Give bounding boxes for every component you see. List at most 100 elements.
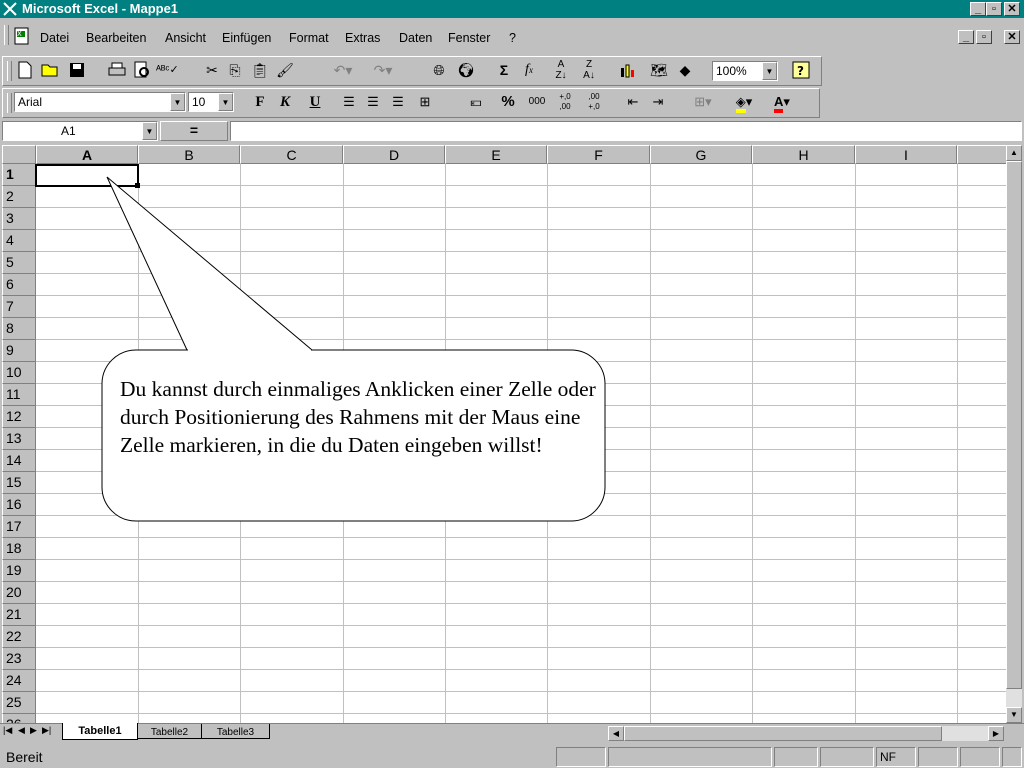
redo-icon[interactable]: ↷▾ bbox=[372, 59, 394, 81]
cut-icon[interactable]: ✂ bbox=[201, 59, 223, 81]
menu-einfuegen[interactable]: Einfügen bbox=[222, 31, 271, 45]
status-panel bbox=[918, 747, 958, 767]
drawing-icon[interactable]: ◆ bbox=[674, 59, 696, 81]
sort-descending-icon[interactable]: Z A↓ bbox=[578, 59, 600, 81]
doc-minimize-button[interactable]: _ bbox=[958, 30, 974, 44]
save-icon[interactable] bbox=[66, 59, 88, 81]
name-box[interactable]: A1 ▼ bbox=[2, 121, 158, 141]
fill-color-icon[interactable]: ◈▾ bbox=[733, 91, 755, 113]
worksheet-grid[interactable]: A B C D E F G H I 1 2 3 4 5 6 7 8 9 10 1… bbox=[2, 145, 1006, 723]
tab-tabelle1[interactable]: Tabelle1 bbox=[62, 723, 138, 740]
status-panel bbox=[608, 747, 772, 767]
minimize-button[interactable]: _ bbox=[970, 2, 986, 16]
zoom-value: 100% bbox=[716, 64, 747, 78]
hyperlink-icon[interactable]: 🌍︎ bbox=[455, 59, 477, 81]
merge-center-icon[interactable]: ⊞ bbox=[414, 91, 436, 113]
document-icon[interactable]: X bbox=[13, 27, 31, 45]
open-icon[interactable] bbox=[40, 59, 62, 81]
status-panel bbox=[556, 747, 606, 767]
excel-app-icon[interactable] bbox=[3, 2, 17, 16]
chevron-down-icon[interactable]: ▼ bbox=[142, 122, 157, 140]
tab-label: Tabelle1 bbox=[78, 725, 122, 737]
copy-icon[interactable]: ⎘ bbox=[224, 59, 246, 81]
thousands-button[interactable]: 000 bbox=[526, 91, 548, 113]
font-color-icon[interactable]: A▾ bbox=[771, 91, 793, 113]
underline-button[interactable]: U bbox=[304, 91, 326, 113]
scroll-right-button[interactable]: ▶ bbox=[988, 726, 1004, 741]
menu-extras[interactable]: Extras bbox=[345, 31, 380, 45]
web-toolbar-icon[interactable]: 🌐︎ bbox=[428, 59, 450, 81]
autosum-icon[interactable]: Σ bbox=[493, 59, 515, 81]
new-icon[interactable] bbox=[14, 59, 36, 81]
decrease-indent-icon[interactable]: ⇤ bbox=[622, 91, 644, 113]
help-icon[interactable]: ? bbox=[790, 59, 812, 81]
prev-sheet-icon[interactable]: ◀ bbox=[18, 725, 25, 736]
status-panel bbox=[1002, 747, 1022, 767]
chart-wizard-icon[interactable] bbox=[617, 59, 639, 81]
font-value: Arial bbox=[18, 95, 43, 109]
function-icon[interactable]: fx bbox=[518, 59, 540, 81]
percent-button[interactable]: % bbox=[497, 91, 519, 113]
map-icon[interactable]: 🗺︎ bbox=[648, 59, 670, 81]
first-sheet-icon[interactable]: |◀ bbox=[3, 725, 12, 736]
align-left-icon[interactable]: ☰ bbox=[338, 91, 360, 113]
svg-text:X: X bbox=[17, 30, 22, 38]
edit-formula-button[interactable]: = bbox=[160, 121, 228, 141]
doc-close-button[interactable]: ✕ bbox=[1004, 30, 1020, 44]
paste-icon[interactable]: 📋︎ bbox=[249, 59, 271, 81]
align-right-icon[interactable]: ☰ bbox=[387, 91, 409, 113]
chevron-down-icon[interactable]: ▼ bbox=[170, 93, 185, 111]
tab-tabelle3[interactable]: Tabelle3 bbox=[202, 724, 270, 739]
formula-input[interactable] bbox=[230, 121, 1022, 141]
numlock-label: NF bbox=[880, 750, 896, 764]
menu-ansicht[interactable]: Ansicht bbox=[165, 31, 206, 45]
print-icon[interactable] bbox=[106, 59, 128, 81]
callout-text: Du kannst durch einmaliges Anklicken ein… bbox=[120, 377, 596, 457]
doc-restore-button[interactable]: ▫ bbox=[976, 30, 992, 44]
status-panel bbox=[960, 747, 1000, 767]
last-sheet-icon[interactable]: ▶| bbox=[42, 725, 51, 736]
borders-icon[interactable]: ⊞▾ bbox=[692, 91, 714, 113]
numlock-indicator: NF bbox=[876, 747, 916, 767]
next-sheet-icon[interactable]: ▶ bbox=[30, 725, 37, 736]
scroll-down-button[interactable]: ▼ bbox=[1006, 707, 1022, 723]
font-select[interactable]: Arial ▼ bbox=[14, 92, 186, 112]
equals-label: = bbox=[189, 122, 199, 138]
font-size-value: 10 bbox=[192, 95, 206, 109]
print-preview-icon[interactable] bbox=[131, 59, 153, 81]
menu-grip[interactable] bbox=[4, 25, 9, 45]
horizontal-scroll-thumb[interactable] bbox=[624, 726, 942, 741]
close-button[interactable]: ✕ bbox=[1004, 2, 1020, 16]
menu-bearbeiten[interactable]: Bearbeiten bbox=[86, 31, 146, 45]
scroll-left-button[interactable]: ◀ bbox=[608, 726, 624, 741]
menu-format[interactable]: Format bbox=[289, 31, 329, 45]
align-center-icon[interactable]: ☰ bbox=[362, 91, 384, 113]
chevron-down-icon[interactable]: ▼ bbox=[762, 62, 777, 80]
chevron-down-icon[interactable]: ▼ bbox=[218, 93, 233, 111]
italic-button[interactable]: K bbox=[274, 91, 296, 113]
status-panel bbox=[774, 747, 818, 767]
bold-button[interactable]: F bbox=[249, 91, 271, 113]
zoom-select[interactable]: 100% ▼ bbox=[712, 61, 778, 81]
menu-fenster[interactable]: Fenster bbox=[448, 31, 490, 45]
toolbar-grip[interactable] bbox=[7, 61, 12, 81]
tab-tabelle2[interactable]: Tabelle2 bbox=[138, 724, 202, 739]
format-painter-icon[interactable]: 🖌︎ bbox=[274, 59, 296, 81]
currency-icon[interactable]: 💶︎ bbox=[465, 91, 487, 113]
menu-datei[interactable]: Datei bbox=[40, 31, 69, 45]
font-size-select[interactable]: 10 ▼ bbox=[188, 92, 234, 112]
undo-icon[interactable]: ↶▾ bbox=[332, 59, 354, 81]
decrease-decimal-button[interactable]: ,00 +,0 bbox=[582, 91, 606, 114]
sort-ascending-icon[interactable]: A Z↓ bbox=[550, 59, 572, 81]
increase-indent-icon[interactable]: ⇥ bbox=[647, 91, 669, 113]
restore-button[interactable]: ▫ bbox=[986, 2, 1002, 16]
status-text: Bereit bbox=[6, 749, 43, 765]
spelling-icon[interactable]: ᴬᴮᶜ✓ bbox=[156, 59, 179, 81]
scroll-up-button[interactable]: ▲ bbox=[1006, 145, 1022, 161]
scroll-thumb[interactable] bbox=[1006, 161, 1022, 689]
title-bar: Microsoft Excel - Mappe1 _ ▫ ✕ bbox=[0, 0, 1024, 18]
menu-help[interactable]: ? bbox=[509, 31, 516, 45]
menu-daten[interactable]: Daten bbox=[399, 31, 432, 45]
format-toolbar-grip[interactable] bbox=[7, 93, 12, 113]
increase-decimal-button[interactable]: +,0 ,00 bbox=[553, 91, 577, 114]
